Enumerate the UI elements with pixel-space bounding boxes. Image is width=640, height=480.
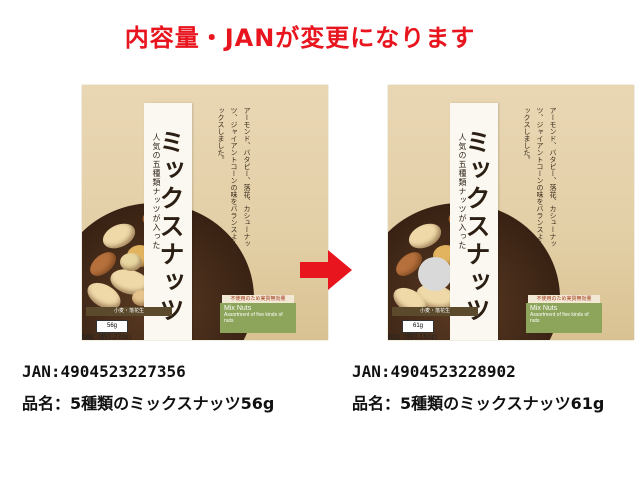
net-weight: 56g（約1.27oz） [82,334,136,340]
mix-nuts-band: Mix Nuts Assortment of five kinds of nut… [526,303,602,333]
page-title: 内容量・JANが変更になります [124,24,476,52]
product-name-new: 品名：5種類のミックスナッツ61g [352,394,605,413]
package-tag: 不使用のため実質無効量 [222,295,294,303]
net-weight: 61g（約2.15oz） [388,334,442,340]
product-catchphrase: 人気の五種類ナッツが入った [152,133,161,250]
allergen-strip: 小麦・落花生 [86,307,172,316]
jan-code-new: JAN:4904523228902 [352,362,516,381]
product-description: アーモンド、バタピー、落花、カシューナッツ、ジャイアントコーンの味をバランスよく… [523,107,557,254]
mix-nuts-band: Mix Nuts Assortment of five kinds of nut… [220,303,296,333]
product-package-new: ミックスナッツ 人気の五種類ナッツが入った アーモンド、バタピー、落花、カシュー… [388,85,634,340]
product-label-card: ミックスナッツ 人気の五種類ナッツが入った [144,103,192,340]
right-arrow-icon [300,250,352,290]
band-title: Mix Nuts [530,305,558,312]
band-title: Mix Nuts [224,305,252,312]
product-catchphrase: 人気の五種類ナッツが入った [458,133,467,250]
allergen-strip: 小麦・落花生 [392,307,478,316]
product-name-old: 品名：5種類のミックスナッツ56g [22,394,275,413]
product-label-card: ミックスナッツ 人気の五種類ナッツが入った [450,103,498,340]
product-description: アーモンド、バタピー、落花、カシューナッツ、ジャイアントコーンの味をバランスよく… [217,107,251,254]
product-package-old: ミックスナッツ 人気の五種類ナッツが入った アーモンド、バタピー、落花、カシュー… [82,85,328,340]
band-subtitle: Assortment of five kinds of nuts [224,312,283,324]
placeholder-blob [418,257,452,291]
band-subtitle: Assortment of five kinds of nuts [530,312,589,324]
jan-code-old: JAN:4904523227356 [22,362,186,381]
package-tag: 不使用のため実質無効量 [528,295,600,303]
